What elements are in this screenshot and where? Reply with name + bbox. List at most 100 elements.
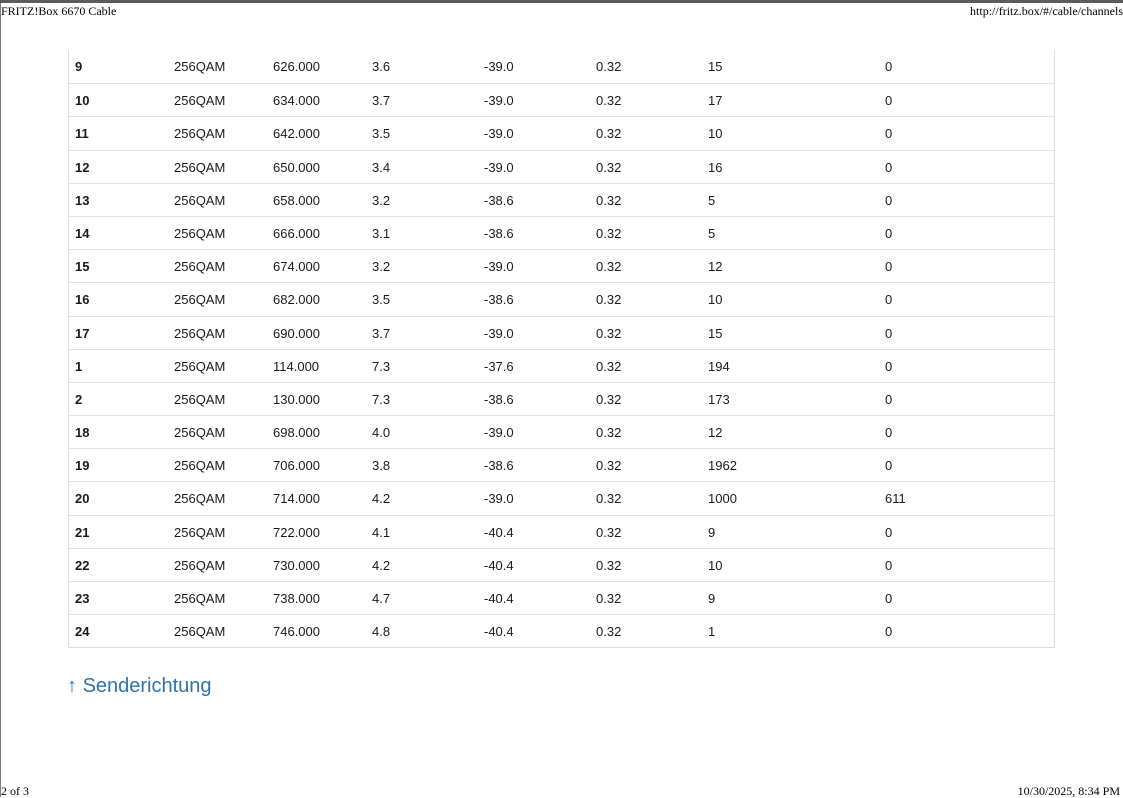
cell-mse: -38.6 <box>484 391 514 407</box>
senderichtung-label: Senderichtung <box>82 675 212 697</box>
cell-corrected-errors: 173 <box>708 391 730 407</box>
cell-modulation: 256QAM <box>174 391 226 407</box>
cell-uncorrectable-errors: 0 <box>885 325 893 341</box>
cell-latency: 0.32 <box>596 524 622 540</box>
print-header-url: http://fritz.box/#/cable/channels <box>970 4 1123 18</box>
cell-channel-id: 1 <box>75 358 83 374</box>
cell-channel-id: 13 <box>75 192 90 208</box>
cell-corrected-errors: 17 <box>708 93 723 109</box>
cell-frequency: 626.000 <box>273 59 320 74</box>
cell-corrected-errors: 5 <box>708 192 716 208</box>
cell-uncorrectable-errors: 0 <box>885 93 893 109</box>
cell-frequency: 722.000 <box>273 524 320 540</box>
cell-frequency: 746.000 <box>273 624 320 640</box>
table-row: 11 256QAM 642.000 3.5 -39.0 0.32 10 0 <box>69 116 1054 149</box>
cell-frequency: 682.000 <box>273 292 320 308</box>
cell-modulation: 256QAM <box>174 292 226 308</box>
cell-latency: 0.32 <box>596 325 622 341</box>
cell-corrected-errors: 1 <box>708 624 716 640</box>
cell-mse: -40.4 <box>484 557 514 573</box>
cell-modulation: 256QAM <box>174 159 226 175</box>
cell-latency: 0.32 <box>596 225 622 241</box>
downstream-channel-table: 9 256QAM 626.000 3.6 -39.0 0.32 15 0 10 256QAM 634… <box>68 50 1055 649</box>
cell-mse: -39.0 <box>484 259 514 275</box>
cell-frequency: 698.000 <box>273 425 320 441</box>
cell-modulation: 256QAM <box>174 491 226 507</box>
cell-corrected-errors: 10 <box>708 126 723 142</box>
cell-modulation: 256QAM <box>174 259 226 275</box>
cell-power-level: 4.8 <box>372 624 391 640</box>
cell-frequency: 634.000 <box>273 93 320 109</box>
cell-channel-id: 24 <box>75 624 90 640</box>
cell-frequency: 706.000 <box>273 458 320 474</box>
cell-power-level: 4.2 <box>372 491 391 507</box>
cell-uncorrectable-errors: 0 <box>885 557 893 573</box>
cell-latency: 0.32 <box>596 292 622 308</box>
print-footer-datetime: 10/30/2025, 8:34 PM <box>1017 784 1120 798</box>
table-row: 24 256QAM 746.000 4.8 -40.4 0.32 1 0 <box>69 614 1054 647</box>
cell-frequency: 130.000 <box>273 391 320 407</box>
table-row: 15 256QAM 674.000 3.2 -39.0 0.32 12 0 <box>69 249 1054 282</box>
table-row: 12 256QAM 650.000 3.4 -39.0 0.32 16 0 <box>69 149 1054 183</box>
cell-power-level: 3.2 <box>372 192 391 208</box>
cell-mse: -38.6 <box>484 225 514 241</box>
cell-mse: -40.4 <box>484 591 514 606</box>
cell-channel-id: 23 <box>75 591 90 606</box>
cell-mse: -39.0 <box>484 325 514 341</box>
cell-latency: 0.32 <box>596 192 622 208</box>
cell-power-level: 7.3 <box>372 358 391 374</box>
cell-latency: 0.32 <box>596 458 622 474</box>
cell-power-level: 4.0 <box>372 425 391 441</box>
cell-power-level: 4.1 <box>372 524 391 540</box>
cell-mse: -39.0 <box>484 491 514 507</box>
table-row: 14 256QAM 666.000 3.1 -38.6 0.32 5 0 <box>69 215 1054 249</box>
table-row: 19 256QAM 706.000 3.8 -38.6 0.32 1962 0 <box>69 448 1054 481</box>
cell-mse: -39.0 <box>484 59 514 74</box>
cell-power-level: 3.7 <box>372 93 391 109</box>
cell-modulation: 256QAM <box>174 624 226 640</box>
cell-mse: -38.6 <box>484 292 514 308</box>
cell-power-level: 4.2 <box>372 557 391 573</box>
cell-corrected-errors: 10 <box>708 292 723 308</box>
cell-uncorrectable-errors: 0 <box>885 192 893 208</box>
cell-frequency: 674.000 <box>273 259 320 275</box>
table-row: 20 256QAM 714.000 4.2 -39.0 0.32 1000 611 <box>69 481 1054 514</box>
cell-modulation: 256QAM <box>174 225 226 241</box>
cell-latency: 0.32 <box>596 126 622 142</box>
senderichtung-link[interactable]: ↑ Senderichtung <box>67 675 212 698</box>
cell-corrected-errors: 1962 <box>708 458 737 474</box>
cell-uncorrectable-errors: 611 <box>885 491 906 507</box>
cell-mse: -39.0 <box>484 159 514 175</box>
cell-channel-id: 12 <box>75 159 90 175</box>
cell-corrected-errors: 194 <box>708 358 730 374</box>
cell-power-level: 7.3 <box>372 391 391 407</box>
cell-corrected-errors: 15 <box>708 59 723 74</box>
cell-mse: -38.6 <box>484 192 514 208</box>
cell-power-level: 4.7 <box>372 591 391 606</box>
cell-channel-id: 21 <box>75 524 90 540</box>
cell-latency: 0.32 <box>596 259 622 275</box>
cell-channel-id: 22 <box>75 557 90 573</box>
cell-mse: -39.0 <box>484 425 514 441</box>
cell-corrected-errors: 10 <box>708 557 723 573</box>
cell-channel-id: 19 <box>75 458 90 474</box>
cell-uncorrectable-errors: 0 <box>885 159 893 175</box>
cell-uncorrectable-errors: 0 <box>885 59 893 74</box>
cell-frequency: 730.000 <box>273 557 320 573</box>
cell-latency: 0.32 <box>596 425 622 441</box>
cell-frequency: 714.000 <box>273 491 320 507</box>
cell-modulation: 256QAM <box>174 358 226 374</box>
cell-power-level: 3.4 <box>372 159 391 175</box>
cell-channel-id: 2 <box>75 391 83 407</box>
cell-modulation: 256QAM <box>174 59 226 74</box>
table-row: 10 256QAM 634.000 3.7 -39.0 0.32 17 0 <box>69 83 1054 116</box>
table-row: 17 256QAM 690.000 3.7 -39.0 0.32 15 0 <box>69 315 1054 349</box>
cell-channel-id: 9 <box>75 59 83 74</box>
cell-uncorrectable-errors: 0 <box>885 591 893 606</box>
cell-corrected-errors: 1000 <box>708 491 737 507</box>
print-footer-page: 2 of 3 <box>1 784 29 798</box>
cell-power-level: 3.2 <box>372 259 391 275</box>
table-row: 16 256QAM 682.000 3.5 -38.6 0.32 10 0 <box>69 282 1054 315</box>
cell-channel-id: 14 <box>75 225 90 241</box>
cell-latency: 0.32 <box>596 391 622 407</box>
